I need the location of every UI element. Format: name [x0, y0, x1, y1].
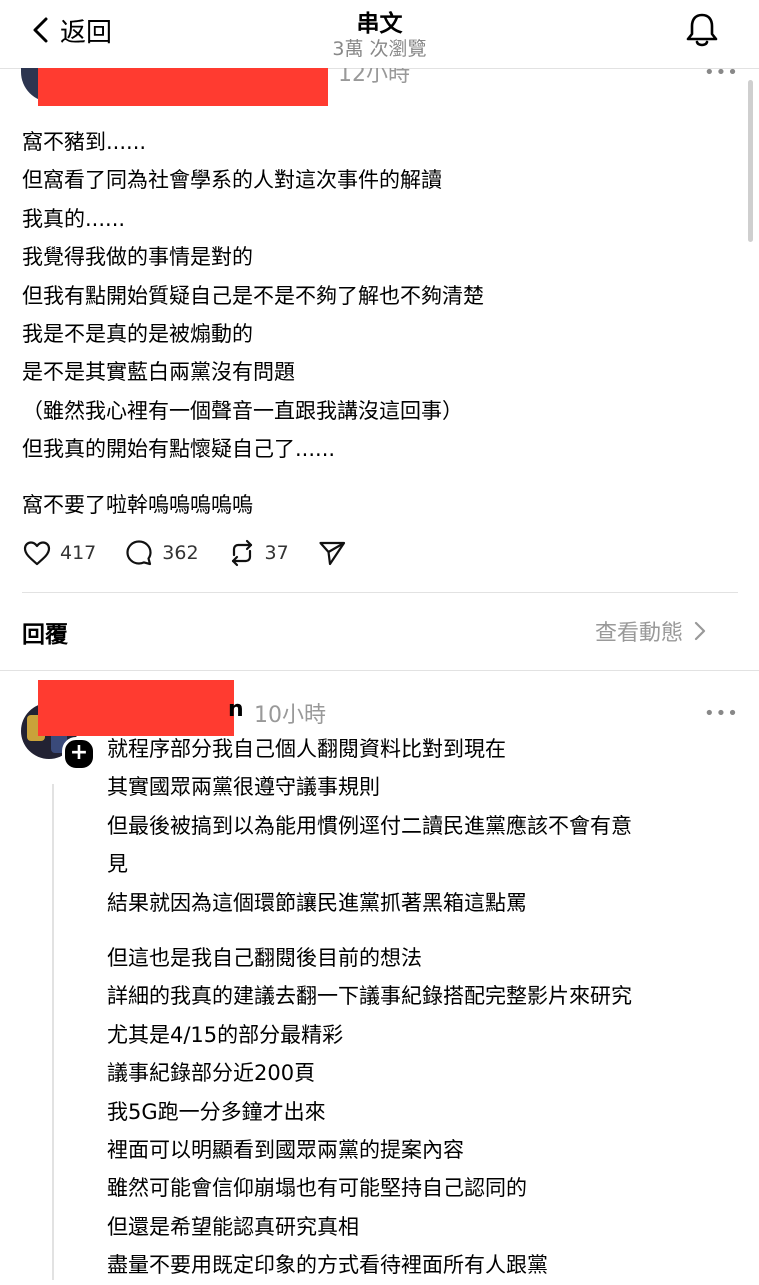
reply-body: 就程序部分我自己個人翻閱資料比對到現在 其實國眾兩黨很遵守議事規則 但最後被搞到…	[107, 730, 747, 1285]
reply-line: 見	[107, 852, 128, 877]
replies-heading: 回覆	[22, 622, 68, 648]
post-body: 窩不豬到...... 但窩看了同為社會學系的人對這次事件的解讀 我真的.....…	[22, 123, 722, 524]
reply-line: 盡量不要用既定印象的方式看待裡面所有人跟黨	[107, 1253, 548, 1278]
reply-line: 雖然可能會信仰崩塌也有可能堅持自己認同的	[107, 1176, 527, 1201]
top-nav-bar: 返回 串文 3萬 次瀏覽	[0, 0, 759, 68]
reply-line: 裡面可以明顯看到國眾兩黨的提案內容	[107, 1138, 464, 1163]
repost-count: 37	[264, 542, 289, 564]
post-line: 窩不要了啦幹嗚嗚嗚嗚嗚	[22, 492, 253, 517]
redacted-username	[38, 680, 234, 736]
heart-icon	[23, 541, 51, 566]
reply-line: 結果就因為這個環節讓民進黨抓著黑箱這點罵	[107, 890, 527, 915]
view-activity-label: 查看動態	[595, 621, 684, 646]
page-title: 串文	[356, 11, 403, 37]
chevron-right-icon	[694, 621, 706, 641]
reply-more-options-button[interactable]: •••	[704, 703, 739, 724]
post-line: （雖然我心裡有一個聲音一直跟我講沒這回事）	[22, 398, 463, 423]
reply-paragraph: 但這也是我自己翻閱後目前的想法 詳細的我真的建議去翻一下議事紀錄搭配完整影片來研…	[107, 939, 747, 1285]
reply-line: 但還是希望能認真研究真相	[107, 1214, 359, 1239]
post-actions: 417 362 37	[22, 533, 375, 573]
comment-button[interactable]: 362	[124, 538, 199, 568]
post-line: 窩不豬到......	[22, 130, 147, 154]
comment-icon	[126, 540, 152, 566]
reply-line: 但這也是我自己翻閱後目前的想法	[107, 946, 422, 971]
post-line: 是不是其實藍白兩黨沒有問題	[22, 360, 295, 385]
section-divider	[0, 670, 759, 671]
view-activity-link[interactable]: 查看動態	[595, 615, 707, 647]
reply-paragraph: 就程序部分我自己個人翻閱資料比對到現在 其實國眾兩黨很遵守議事規則 但最後被搞到…	[107, 730, 747, 922]
reply-line: 尤其是4/15的部分最精彩	[107, 1022, 344, 1047]
post-line: 我真的......	[22, 206, 126, 231]
reply-line: 議事紀錄部分近200頁	[107, 1061, 316, 1086]
thread-line	[52, 784, 54, 1280]
post-paragraph: 窩不豬到...... 但窩看了同為社會學系的人對這次事件的解讀 我真的.....…	[22, 123, 722, 469]
post-line: 我覺得我做的事情是對的	[22, 245, 253, 270]
post-paragraph: 窩不要了啦幹嗚嗚嗚嗚嗚	[22, 486, 722, 524]
share-button[interactable]	[317, 538, 347, 568]
post-line: 但我有點開始質疑自己是不是不夠了解也不夠清楚	[22, 283, 484, 308]
like-button[interactable]: 417	[22, 538, 96, 568]
repost-button[interactable]: 37	[227, 538, 289, 568]
bell-icon[interactable]	[682, 10, 722, 50]
scrollbar[interactable]	[748, 80, 753, 242]
comment-count: 362	[162, 542, 199, 564]
reply-line: 就程序部分我自己個人翻閱資料比對到現在	[107, 737, 506, 761]
post-line: 但我真的開始有點懷疑自己了......	[22, 437, 336, 462]
reply-line: 詳細的我真的建議去翻一下議事紀錄搭配完整影片來研究	[107, 984, 632, 1009]
reply-username-fragment[interactable]: n	[228, 697, 244, 722]
repost-icon	[231, 539, 252, 567]
section-divider	[22, 592, 738, 593]
reply-line: 但最後被搞到以為能用慣例逕付二讀民進黨應該不會有意	[107, 813, 632, 838]
post-line: 我是不是真的是被煽動的	[22, 322, 253, 347]
like-count: 417	[60, 542, 97, 564]
view-count: 3萬 次瀏覽	[332, 38, 427, 60]
send-icon	[319, 541, 345, 566]
reply-line: 我5G跑一分多鐘才出來	[107, 1099, 326, 1124]
follow-plus-button[interactable]: +	[62, 737, 96, 771]
post-line: 但窩看了同為社會學系的人對這次事件的解讀	[22, 168, 442, 193]
reply-timestamp: 10小時	[254, 703, 326, 728]
reply-line: 其實國眾兩黨很遵守議事規則	[107, 775, 380, 800]
